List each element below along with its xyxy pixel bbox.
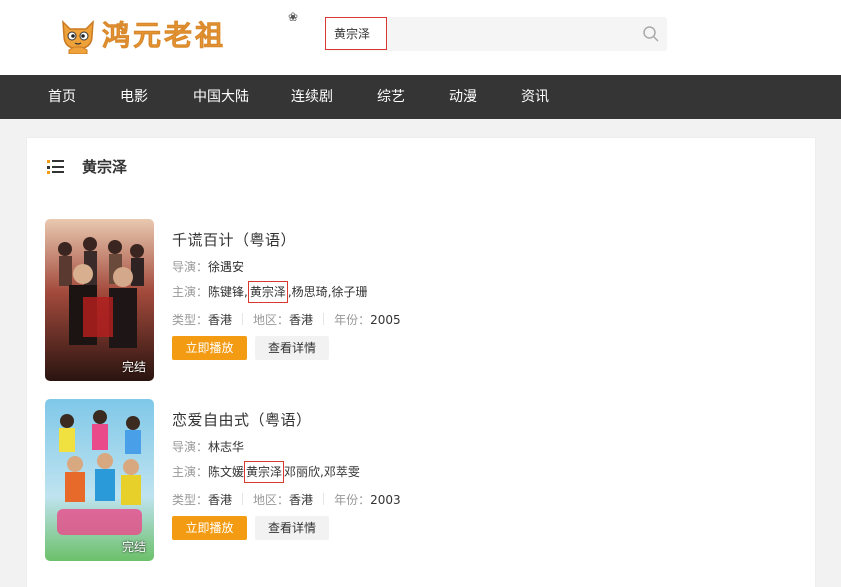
cast-after[interactable]: 邓丽欣,邓萃雯 [284, 465, 360, 479]
region-value: 香港 [289, 493, 314, 507]
result-title[interactable]: 千谎百计（粤语） [172, 229, 296, 250]
director-label: 导演： [172, 260, 209, 274]
cast-highlight[interactable]: 黄宗泽 [244, 461, 285, 483]
cast-row: 主演：陈文媛 黄宗泽 邓丽欣,邓萃雯 [172, 461, 360, 483]
nav-item-mainland-china[interactable]: 中国大陆 [193, 75, 249, 119]
site-logo[interactable]: 鸿元老祖 ❀ [58, 10, 298, 56]
logo-text: 鸿元老祖 [102, 19, 227, 53]
poster-image[interactable]: 完结 [45, 219, 154, 381]
year-value: 2003 [370, 493, 401, 507]
poster-image[interactable]: 完结 [45, 399, 154, 561]
nav-item-news[interactable]: 资讯 [521, 75, 549, 119]
list-icon [47, 160, 64, 174]
divider [242, 493, 244, 505]
director-name[interactable]: 徐遇安 [208, 260, 244, 274]
poster-art [45, 219, 154, 381]
region-value: 香港 [289, 313, 314, 327]
search-results-panel: 黄宗泽 完结 千谎百计（粤语） 导演：徐遇安 主演：陈键锋, 黄宗泽 ,杨思琦,… [26, 137, 816, 587]
type-value: 香港 [208, 493, 233, 507]
year-value: 2005 [370, 313, 401, 327]
cast-after[interactable]: ,杨思琦,徐子珊 [288, 285, 368, 299]
region-label: 地区： [253, 313, 290, 327]
result-item: 完结 千谎百计（粤语） 导演：徐遇安 主演：陈键锋, 黄宗泽 ,杨思琦,徐子珊 类型… [45, 219, 805, 384]
logo-decoration-icon: ❀ [288, 10, 299, 24]
details-button[interactable]: 查看详情 [255, 516, 329, 540]
site-header: 鸿元老祖 ❀ [0, 0, 841, 75]
type-value: 香港 [208, 313, 233, 327]
cat-logo-icon [62, 20, 94, 54]
year-label: 年份： [334, 313, 371, 327]
cast-label: 主演： [172, 285, 209, 299]
search-icon[interactable] [641, 24, 661, 44]
nav-item-movies[interactable]: 电影 [120, 75, 148, 119]
nav-item-home[interactable]: 首页 [48, 75, 76, 119]
nav-item-anime[interactable]: 动漫 [449, 75, 477, 119]
cast-before[interactable]: 陈键锋, [208, 285, 248, 299]
type-label: 类型： [172, 493, 209, 507]
cast-before[interactable]: 陈文媛 [208, 465, 244, 479]
nav-item-variety[interactable]: 综艺 [377, 75, 405, 119]
poster-art [45, 399, 154, 561]
divider [323, 313, 325, 325]
result-item: 完结 恋爱自由式（粤语） 导演：林志华 主演：陈文媛 黄宗泽 邓丽欣,邓萃雯 类型：… [45, 399, 805, 564]
director-row: 导演：徐遇安 [172, 258, 244, 275]
cast-row: 主演：陈键锋, 黄宗泽 ,杨思琦,徐子珊 [172, 281, 368, 303]
result-title[interactable]: 恋爱自由式（粤语） [172, 409, 312, 430]
search-bar [325, 17, 667, 51]
region-label: 地区： [253, 493, 290, 507]
details-button[interactable]: 查看详情 [255, 336, 329, 360]
year-label: 年份： [334, 493, 371, 507]
director-row: 导演：林志华 [172, 438, 244, 455]
play-button[interactable]: 立即播放 [172, 336, 247, 360]
nav-item-tv-series[interactable]: 连续剧 [291, 75, 333, 119]
play-button[interactable]: 立即播放 [172, 516, 247, 540]
type-label: 类型： [172, 313, 209, 327]
results-heading: 黄宗泽 [82, 158, 128, 176]
divider [323, 493, 325, 505]
status-badge: 完结 [121, 540, 146, 554]
meta-row: 类型：香港 地区：香港 年份：2003 [172, 491, 401, 508]
main-nav: 首页 电影 中国大陆 连续剧 综艺 动漫 资讯 [0, 75, 841, 119]
status-badge: 完结 [121, 360, 146, 374]
director-name[interactable]: 林志华 [208, 440, 244, 454]
divider [242, 313, 244, 325]
meta-row: 类型：香港 地区：香港 年份：2005 [172, 311, 401, 328]
cast-label: 主演： [172, 465, 209, 479]
director-label: 导演： [172, 440, 209, 454]
search-input[interactable] [325, 17, 387, 50]
cast-highlight[interactable]: 黄宗泽 [247, 281, 288, 303]
